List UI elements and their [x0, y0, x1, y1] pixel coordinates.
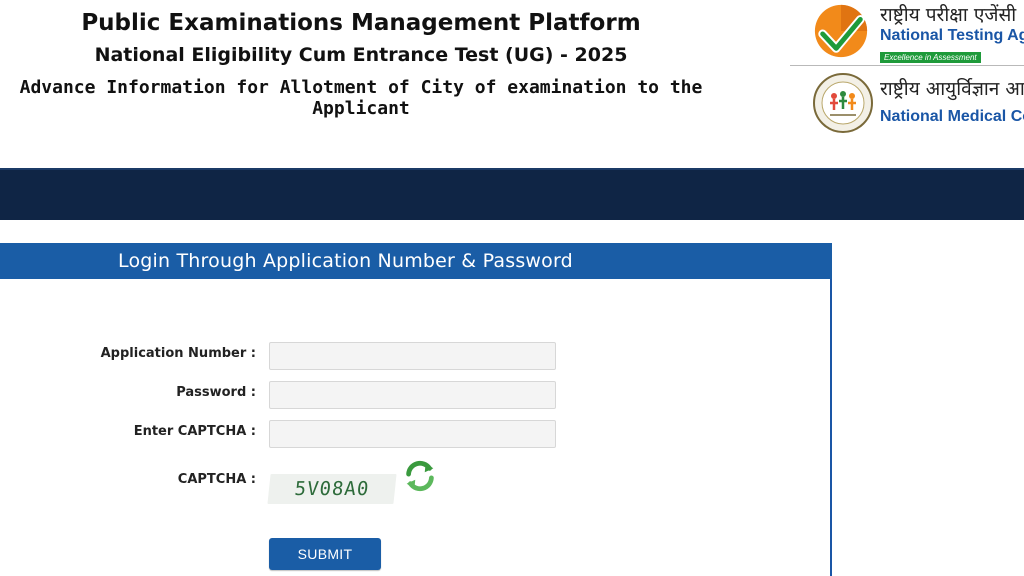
nta-emblem-icon — [814, 4, 868, 58]
refresh-captcha-icon[interactable] — [401, 457, 439, 495]
notice-heading: Advance Information for Allotment of Cit… — [19, 77, 703, 119]
login-panel-header: Login Through Application Number & Passw… — [0, 243, 832, 279]
nta-logo: राष्ट्रीय परीक्षा एजेंसी National Testin… — [790, 0, 1024, 66]
nta-logo-text: राष्ट्रीय परीक्षा एजेंसी National Testin… — [880, 3, 1024, 64]
nmc-logo: राष्ट्रीय आयुर्विज्ञान आयोग National Med… — [790, 70, 1024, 136]
nmc-english-name: National Medical Commission — [880, 108, 1024, 125]
password-input[interactable] — [269, 381, 556, 409]
application-number-input[interactable] — [269, 342, 556, 370]
login-heading: Login Through Application Number & Passw… — [118, 250, 573, 272]
captcha-label: CAPTCHA : — [177, 472, 256, 487]
nmc-logo-text: राष्ट्रीय आयुर्विज्ञान आयोग National Med… — [880, 73, 1024, 127]
submit-button[interactable]: SUBMIT — [269, 538, 381, 570]
nmc-hindi-name: राष्ट्रीय आयुर्विज्ञान आयोग — [880, 78, 1024, 100]
login-panel: Login Through Application Number & Passw… — [0, 243, 832, 576]
page-title: Public Examinations Management Platform — [81, 10, 641, 36]
application-number-label: Application Number : — [100, 346, 256, 361]
logo-area: राष्ट्रीय परीक्षा एजेंसी National Testin… — [790, 0, 1024, 140]
nta-tagline: Excellence in Assessment — [880, 52, 981, 63]
navbar — [0, 168, 1024, 220]
nta-hindi-name: राष्ट्रीय परीक्षा एजेंसी — [880, 4, 1017, 26]
page: Public Examinations Management Platform … — [0, 0, 1024, 576]
nta-english-name: National Testing Agency — [880, 27, 1024, 44]
captcha-input-label: Enter CAPTCHA : — [133, 424, 256, 439]
nmc-emblem-icon — [813, 73, 873, 133]
captcha-image: 5V08A0 — [267, 474, 397, 504]
password-label: Password : — [176, 385, 256, 400]
header: Public Examinations Management Platform … — [0, 0, 1024, 168]
captcha-input[interactable] — [269, 420, 556, 448]
title-block: Public Examinations Management Platform … — [0, 8, 722, 119]
exam-subtitle: National Eligibility Cum Entrance Test (… — [94, 44, 628, 66]
